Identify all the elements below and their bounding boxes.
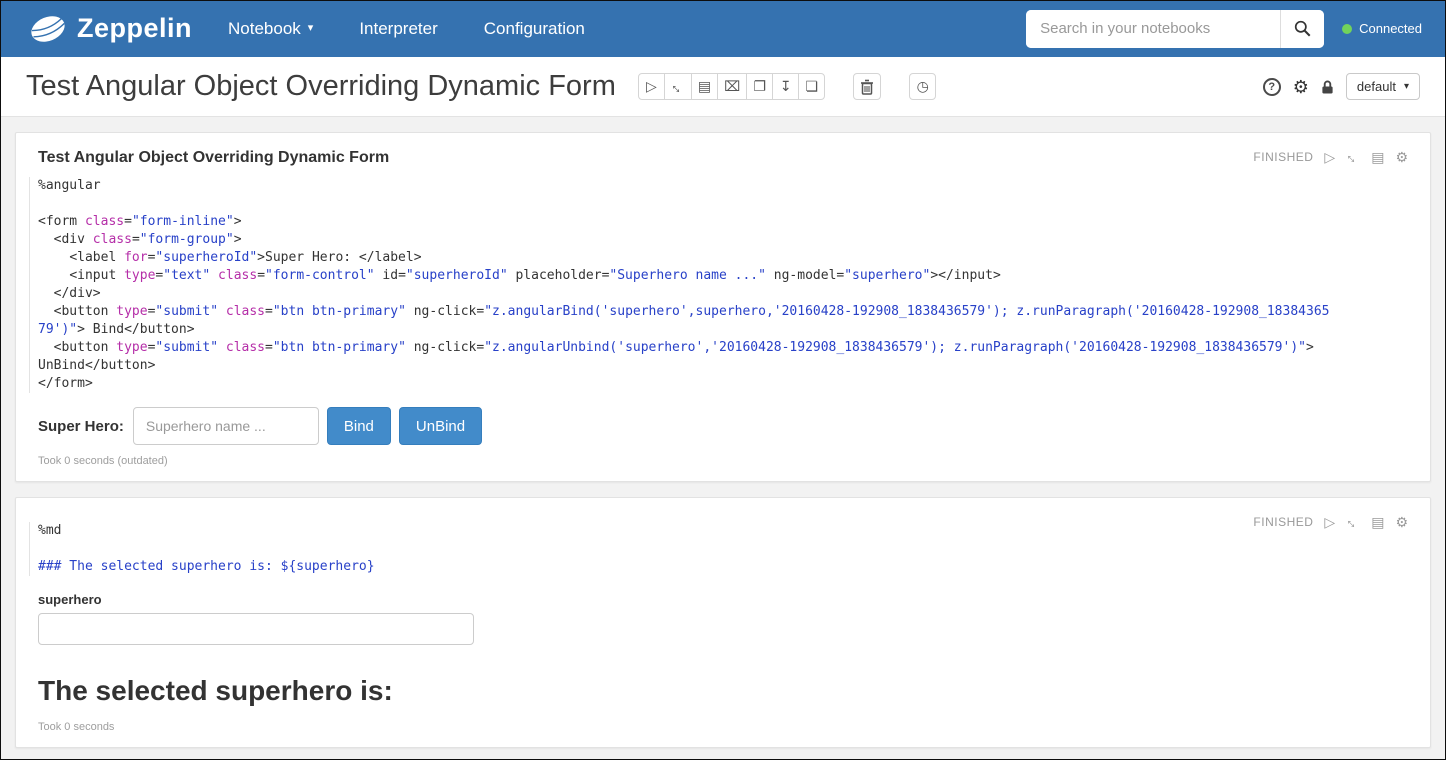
view-mode-dropdown[interactable]: default ▾: [1346, 73, 1420, 100]
superhero-form-label: Super Hero:: [38, 418, 124, 435]
paragraph-status: FINISHED: [1253, 150, 1313, 164]
superhero-name-input[interactable]: [133, 407, 319, 445]
page-icon: ❏: [805, 78, 818, 95]
book-icon: ▤: [698, 78, 711, 95]
gear-icon: ⚙: [1395, 149, 1408, 165]
clear-output-button[interactable]: ⌧: [717, 73, 747, 100]
run-paragraph-button[interactable]: ▷: [1324, 150, 1335, 164]
nav-interpreter-label: Interpreter: [359, 19, 437, 39]
note-header: Test Angular Object Overriding Dynamic F…: [0, 57, 1446, 117]
paragraph-settings-button[interactable]: ⚙: [1395, 150, 1408, 164]
dynamic-form-label: superhero: [38, 592, 1408, 607]
book-icon: ▤: [1371, 149, 1384, 165]
toggle-editor-button[interactable]: ▤: [1371, 515, 1384, 529]
permissions-button[interactable]: [1321, 79, 1334, 95]
note-toolbar: ▷ ↔ ▤ ⌧ ❐ ↧ ❏: [638, 73, 936, 100]
paragraph-markdown: FINISHED ▷ ↔ ▤ ⚙ %md ### The selected su…: [15, 497, 1431, 748]
paragraph-status: FINISHED: [1253, 515, 1313, 529]
code-editor[interactable]: %angular <form class="form-inline"> <div…: [29, 177, 1408, 393]
shortcut-help-button[interactable]: ?: [1263, 78, 1281, 96]
version-note-button[interactable]: ❏: [798, 73, 825, 100]
connection-status-label: Connected: [1359, 21, 1422, 36]
bind-button[interactable]: Bind: [327, 407, 391, 445]
paragraph-angular: FINISHED ▷ ↔ ▤ ⚙ Test Angular Object Ove…: [15, 132, 1431, 482]
nav-notebook[interactable]: Notebook ▾: [228, 19, 313, 39]
delete-note-button[interactable]: [853, 73, 881, 100]
play-icon: ▷: [646, 78, 657, 95]
book-icon: ▤: [1371, 514, 1384, 530]
nav-notebook-label: Notebook: [228, 19, 301, 39]
nav-interpreter[interactable]: Interpreter: [359, 19, 437, 39]
nav-configuration-label: Configuration: [484, 19, 585, 39]
execution-time-status: Took 0 seconds: [38, 721, 1408, 733]
execution-time-status: Took 0 seconds (outdated): [38, 455, 1408, 467]
paragraph-settings-button[interactable]: ⚙: [1395, 515, 1408, 529]
note-actions-group: ▷ ↔ ▤ ⌧ ❐ ↧ ❏: [638, 73, 825, 100]
note-title[interactable]: Test Angular Object Overriding Dynamic F…: [26, 70, 616, 103]
search-input[interactable]: [1026, 10, 1280, 48]
angular-output-form: Super Hero: Bind UnBind: [38, 407, 1408, 445]
resize-arrows-icon: ↔: [667, 76, 688, 97]
trash-icon: [860, 79, 874, 95]
toggle-editor-button[interactable]: ▤: [1371, 150, 1384, 164]
expand-paragraph-button[interactable]: ↔: [1346, 515, 1360, 529]
gear-icon: ⚙: [1395, 514, 1408, 530]
clock-icon: ◷: [917, 78, 929, 95]
run-paragraph-button[interactable]: ▷: [1324, 515, 1335, 529]
paragraph-controls: FINISHED ▷ ↔ ▤ ⚙: [1253, 150, 1408, 164]
help-icon: ?: [1268, 81, 1275, 93]
download-icon: ↧: [780, 78, 792, 95]
connection-status: Connected: [1342, 21, 1422, 36]
run-all-paragraphs-button[interactable]: ▷: [638, 73, 665, 100]
superhero-dynamic-form-input[interactable]: [38, 613, 474, 645]
search-icon: [1294, 20, 1311, 37]
paragraph-title: Test Angular Object Overriding Dynamic F…: [38, 149, 1408, 167]
note-header-right: ? ⚙ default ▾: [1263, 73, 1420, 100]
status-dot-icon: [1342, 24, 1352, 34]
play-icon: ▷: [1324, 514, 1335, 530]
eraser-icon: ⌧: [724, 78, 740, 95]
note-body: FINISHED ▷ ↔ ▤ ⚙ Test Angular Object Ove…: [0, 117, 1446, 748]
search-button[interactable]: [1280, 10, 1324, 48]
code-editor[interactable]: %md ### The selected superhero is: ${sup…: [29, 522, 1408, 576]
brand-name: Zeppelin: [77, 13, 192, 44]
view-mode-label: default: [1357, 79, 1396, 94]
interpreter-binding-button[interactable]: ⚙: [1293, 78, 1309, 96]
clone-icon: ❐: [753, 78, 766, 95]
unbind-button[interactable]: UnBind: [399, 407, 482, 445]
lock-icon: [1321, 79, 1334, 95]
main-menu: Notebook ▾ Interpreter Configuration: [228, 19, 585, 39]
show-hide-output-button[interactable]: ▤: [691, 73, 718, 100]
notebook-search: [1026, 10, 1324, 48]
clone-note-button[interactable]: ❐: [746, 73, 773, 100]
zeppelin-home-link[interactable]: Zeppelin: [28, 11, 192, 47]
expand-paragraph-button[interactable]: ↔: [1346, 150, 1360, 164]
zeppelin-logo-icon: [28, 11, 68, 47]
resize-arrows-icon: ↔: [1343, 147, 1363, 167]
resize-arrows-icon: ↔: [1343, 512, 1363, 532]
nav-configuration[interactable]: Configuration: [484, 19, 585, 39]
show-hide-code-button[interactable]: ↔: [664, 73, 692, 100]
paragraph-controls: FINISHED ▷ ↔ ▤ ⚙: [1253, 515, 1408, 529]
top-navbar: Zeppelin Notebook ▾ Interpreter Configur…: [0, 0, 1446, 57]
caret-down-icon: ▾: [308, 23, 314, 34]
export-note-button[interactable]: ↧: [772, 73, 799, 100]
markdown-output-heading: The selected superhero is:: [38, 675, 1408, 707]
scheduler-button[interactable]: ◷: [909, 73, 936, 100]
caret-down-icon: ▾: [1404, 82, 1409, 92]
play-icon: ▷: [1324, 149, 1335, 165]
gear-icon: ⚙: [1293, 77, 1309, 97]
